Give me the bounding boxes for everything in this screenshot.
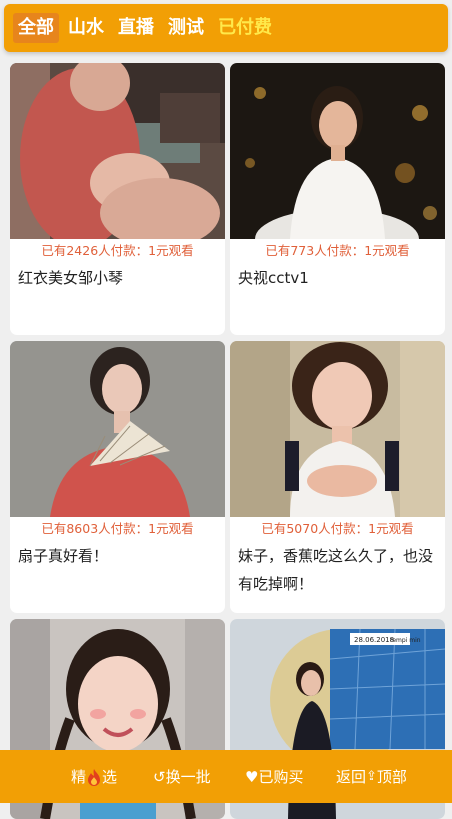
back-to-top-button[interactable]: 返回 ⇪ 顶部	[336, 767, 407, 787]
purchased-button[interactable]: ♥已购买	[245, 767, 303, 787]
back-to-top-pre: 返回	[336, 768, 367, 786]
video-card[interactable]: 已有5070人付款：1元观看 妹子，香蕉吃这么久了，也没有吃掉啊！	[230, 341, 445, 613]
arrow-up-icon: ⇪	[366, 769, 377, 784]
tab-paid[interactable]: 已付费	[213, 13, 277, 43]
featured-label-pre: 精	[71, 768, 87, 786]
bottom-toolbar: 精 选 ↺换一批 ♥已购买 返回 ⇪ 顶部	[0, 750, 452, 803]
video-thumbnail	[230, 63, 445, 239]
video-thumbnail	[10, 341, 225, 517]
back-to-top-post: 顶部	[376, 768, 407, 786]
featured-button[interactable]: 精 选	[71, 767, 117, 787]
video-title: 扇子真好看！	[18, 547, 109, 565]
tab-all[interactable]: 全部	[13, 13, 59, 43]
flame-icon	[88, 768, 101, 786]
video-thumbnail	[10, 63, 225, 239]
video-title: 央视cctv1	[238, 269, 309, 287]
paid-count: 已有5070人付款：1元观看	[261, 521, 414, 536]
tab-live[interactable]: 直播	[113, 13, 159, 43]
tab-landscape[interactable]: 山水	[63, 13, 109, 43]
weather-label: tempi min	[390, 637, 421, 644]
refresh-batch-label: ↺换一批	[153, 768, 211, 786]
purchased-label: ♥已购买	[245, 768, 304, 786]
weather-date: 28.06.2018	[354, 636, 394, 644]
tab-test[interactable]: 测试	[163, 13, 209, 43]
video-card[interactable]: 已有2426人付款：1元观看 红衣美女邹小琴	[10, 63, 225, 335]
video-title: 红衣美女邹小琴	[18, 269, 124, 287]
video-card[interactable]: 已有773人付款：1元观看 央视cctv1	[230, 63, 445, 335]
refresh-batch-button[interactable]: ↺换一批	[153, 767, 211, 787]
video-thumbnail	[230, 341, 445, 517]
featured-label-post: 选	[102, 768, 118, 786]
paid-count: 已有773人付款：1元观看	[265, 243, 410, 258]
video-card[interactable]: 已有8603人付款：1元观看 扇子真好看！	[10, 341, 225, 613]
paid-count: 已有2426人付款：1元观看	[41, 243, 194, 258]
category-bar: 全部 山水 直播 测试 已付费	[4, 4, 448, 52]
paid-count: 已有8603人付款：1元观看	[41, 521, 194, 536]
video-title: 妹子，香蕉吃这么久了，也没有吃掉啊！	[238, 547, 434, 593]
